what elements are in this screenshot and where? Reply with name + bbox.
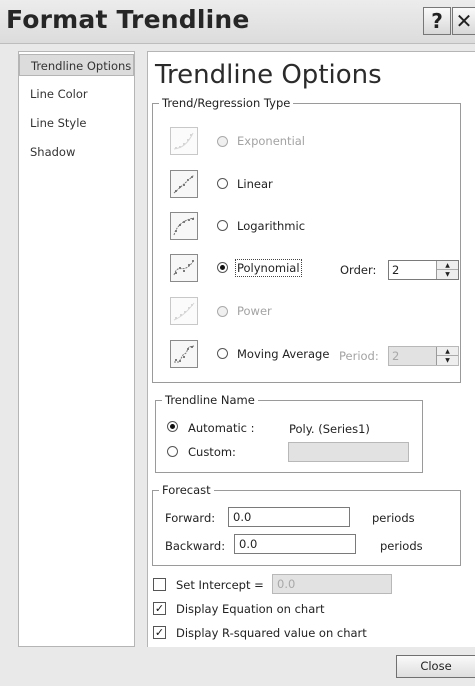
help-button[interactable]: ? <box>423 7 451 35</box>
sidebar-item-line-color[interactable]: Line Color <box>19 83 134 105</box>
close-button[interactable]: Close <box>396 655 475 678</box>
period-stepper[interactable]: 2 ▲ ▼ <box>388 346 459 366</box>
forward-input[interactable]: 0.0 <box>228 507 350 527</box>
trendline-name-legend: Trendline Name <box>162 393 258 407</box>
display-equation-checkbox[interactable]: ✓ <box>153 602 166 615</box>
page-title: Trendline Options <box>155 60 382 90</box>
forward-unit: periods <box>372 511 415 525</box>
linear-radio[interactable] <box>217 178 228 189</box>
display-r-squared-label: Display R-squared value on chart <box>176 626 367 640</box>
sidebar-item-trendline-options[interactable]: Trendline Options <box>19 54 134 76</box>
display-r-squared-checkbox[interactable]: ✓ <box>153 626 166 639</box>
exponential-trend-icon <box>170 127 198 155</box>
exponential-radio[interactable] <box>217 136 228 147</box>
logarithmic-radio[interactable] <box>217 220 228 231</box>
polynomial-trend-icon <box>170 254 198 282</box>
backward-label: Backward: <box>165 539 226 553</box>
spin-down-icon[interactable]: ▼ <box>437 356 458 365</box>
set-intercept-checkbox[interactable] <box>153 578 166 591</box>
linear-label: Linear <box>237 177 273 191</box>
period-label: Period: <box>339 349 379 363</box>
exponential-label: Exponential <box>237 134 306 148</box>
trend-type-legend: Trend/Regression Type <box>159 96 294 110</box>
power-label: Power <box>237 304 272 318</box>
order-spin-arrows[interactable]: ▲ ▼ <box>436 261 458 279</box>
polynomial-label: Polynomial <box>235 259 302 277</box>
window-title: Format Trendline <box>6 5 250 34</box>
logarithmic-trend-icon <box>170 212 198 240</box>
sidebar-item-shadow[interactable]: Shadow <box>19 141 134 163</box>
backward-input[interactable]: 0.0 <box>234 534 356 554</box>
logarithmic-label: Logarithmic <box>237 219 306 233</box>
display-equation-label: Display Equation on chart <box>176 602 325 616</box>
power-trend-icon <box>170 297 198 325</box>
period-spin-arrows[interactable]: ▲ ▼ <box>436 347 458 365</box>
linear-trend-icon <box>170 170 198 198</box>
forecast-legend: Forecast <box>159 483 214 497</box>
sidebar-item-line-style[interactable]: Line Style <box>19 112 134 134</box>
power-radio[interactable] <box>217 306 228 317</box>
custom-label: Custom: <box>188 445 236 459</box>
forward-label: Forward: <box>165 511 216 525</box>
forecast-group: Forecast <box>152 483 461 566</box>
moving-average-trend-icon <box>170 340 198 368</box>
automatic-name-value: Poly. (Series1) <box>289 422 370 436</box>
title-bar: Format Trendline ? ✕ <box>0 0 475 44</box>
backward-unit: periods <box>380 539 423 553</box>
spin-up-icon[interactable]: ▲ <box>437 347 458 356</box>
spin-up-icon[interactable]: ▲ <box>437 261 458 270</box>
order-value: 2 <box>392 263 400 277</box>
moving-average-radio[interactable] <box>217 348 228 359</box>
period-value: 2 <box>392 349 400 363</box>
trendline-name-group: Trendline Name <box>155 393 423 473</box>
custom-name-input[interactable] <box>288 442 409 462</box>
spin-down-icon[interactable]: ▼ <box>437 270 458 279</box>
automatic-radio[interactable] <box>167 421 178 432</box>
polynomial-radio[interactable] <box>217 262 228 273</box>
custom-radio[interactable] <box>167 446 178 457</box>
moving-average-label: Moving Average <box>237 347 330 361</box>
automatic-label: Automatic : <box>188 421 255 435</box>
order-label: Order: <box>340 263 377 277</box>
sidebar: Trendline Options Line Color Line Style … <box>18 51 135 647</box>
order-stepper[interactable]: 2 ▲ ▼ <box>388 260 459 280</box>
intercept-input[interactable]: 0.0 <box>272 574 392 594</box>
close-window-button[interactable]: ✕ <box>452 7 475 35</box>
set-intercept-label: Set Intercept = <box>176 578 264 592</box>
trend-type-group: Trend/Regression Type <box>152 96 461 383</box>
